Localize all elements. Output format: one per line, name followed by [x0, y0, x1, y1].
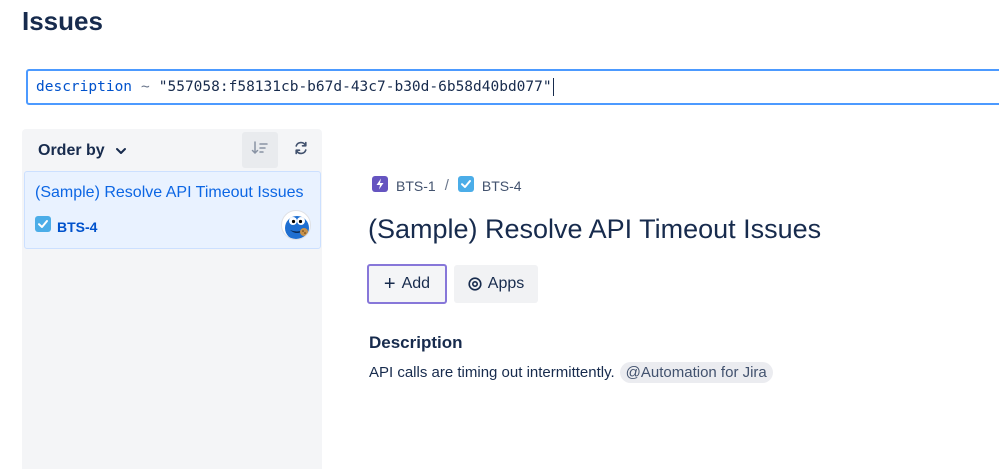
description-heading: Description	[369, 333, 463, 352]
description-text: API calls are timing out intermittently.	[369, 364, 615, 381]
sort-descending-icon	[251, 140, 269, 161]
page-title: Issues	[22, 6, 103, 36]
order-by-dropdown[interactable]: Order by	[32, 137, 133, 165]
refresh-icon	[293, 140, 309, 161]
epic-lightning-icon	[372, 176, 388, 195]
breadcrumb: BTS-1 / BTS-4	[372, 176, 522, 195]
avatar	[281, 210, 311, 240]
sort-order-button[interactable]	[242, 132, 278, 168]
text-cursor	[552, 78, 554, 96]
order-by-label: Order by	[38, 142, 105, 159]
breadcrumb-separator: /	[444, 177, 449, 194]
refresh-button[interactable]	[286, 132, 316, 168]
add-button-label: Add	[401, 275, 431, 292]
breadcrumb-current-link[interactable]: BTS-4	[482, 178, 522, 194]
chevron-down-icon	[115, 145, 127, 157]
list-item[interactable]: (Sample) Resolve API Timeout Issues BTS-…	[24, 171, 321, 249]
task-checkbox-icon	[35, 216, 51, 237]
add-button[interactable]: + Add	[367, 264, 447, 304]
breadcrumb-parent-link[interactable]: BTS-1	[396, 178, 436, 194]
list-item-key: BTS-4	[57, 218, 98, 235]
description-body[interactable]: API calls are timing out intermittently.…	[369, 362, 773, 383]
apps-button-label: Apps	[487, 275, 525, 292]
issue-title[interactable]: (Sample) Resolve API Timeout Issues	[368, 214, 821, 245]
jql-operator-token: ~	[141, 79, 150, 95]
list-item-title: (Sample) Resolve API Timeout Issues	[35, 184, 304, 201]
jql-field-token: description	[36, 79, 133, 95]
jql-search-input[interactable]: description ~ "557058:f58131cb-b67d-43c7…	[26, 69, 999, 105]
issue-list-panel: Order by (Sample) Resolve API Timeout Is…	[22, 129, 322, 469]
task-checkbox-icon	[457, 176, 474, 195]
plus-icon: +	[383, 273, 396, 295]
user-mention[interactable]: @Automation for Jira	[619, 362, 773, 383]
jql-value-token: "557058:f58131cb-b67d-43c7-b30d-6b58d40b…	[158, 79, 552, 95]
apps-icon	[468, 277, 482, 291]
apps-button[interactable]: Apps	[454, 265, 538, 303]
